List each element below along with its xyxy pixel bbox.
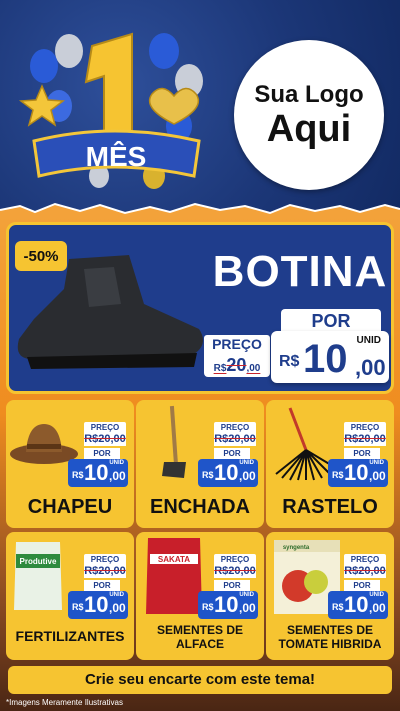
- product-name-line2: TOMATE HIBRIDA: [278, 637, 382, 651]
- product-name: ENCHADA: [150, 496, 250, 518]
- product-price: UNID R$ 10,00: [68, 459, 128, 487]
- badge-label: MÊS: [86, 141, 147, 172]
- svg-text:SAKATA: SAKATA: [158, 555, 190, 564]
- hero-price: UNID R$ 10 ,00: [271, 331, 389, 383]
- disclaimer-note: *Imagens Meramente Ilustrativas: [6, 698, 123, 707]
- product-name-line2: ALFACE: [176, 637, 224, 651]
- product-card-rastelo[interactable]: PREÇO R$20,00 POR UNID R$ 10,00 RASTELO: [266, 400, 394, 528]
- product-price: UNID R$ 10,00: [328, 591, 388, 619]
- hero-product-card[interactable]: -50% BOTINA PREÇO R$20,00 POR UNID R$ 10…: [6, 222, 394, 394]
- hero-title: BOTINA: [212, 247, 388, 296]
- hero-por-label: POR: [281, 309, 381, 331]
- product-card-fertilizantes[interactable]: Produtive PREÇO R$20,00 POR UNID R$ 10,00 …: [6, 532, 134, 660]
- heart-icon: [148, 87, 200, 125]
- svg-text:syngenta: syngenta: [283, 545, 310, 551]
- product-card-sementes-alface[interactable]: SAKATA PREÇO R$20,00 POR UNID R$ 10,00 SEM…: [136, 532, 264, 660]
- cta-banner[interactable]: Crie seu encarte com este tema!: [8, 666, 392, 694]
- product-name: FERTILIZANTES: [15, 628, 125, 644]
- product-name: CHAPEU: [27, 496, 113, 518]
- hero-preco-label: PREÇO: [204, 335, 270, 353]
- product-name-line1: SEMENTES DE: [286, 623, 373, 637]
- product-name: RASTELO: [282, 496, 378, 518]
- logo-placeholder: Sua Logo Aqui: [234, 40, 384, 190]
- product-price: UNID R$ 10,00: [68, 591, 128, 619]
- hero-old-price: R$20,00: [204, 353, 270, 377]
- product-name-line1: SEMENTES DE: [156, 623, 243, 637]
- product-card-chapeu[interactable]: PREÇO R$20,00 POR UNID R$ 10,00 CHAPEU: [6, 400, 134, 528]
- discount-badge: -50%: [15, 241, 67, 271]
- product-price: UNID R$ 10,00: [198, 459, 258, 487]
- product-price: UNID R$ 10,00: [328, 459, 388, 487]
- anniversary-badge: MÊS: [14, 26, 214, 198]
- product-card-sementes-tomate[interactable]: syngenta PREÇO R$20,00 POR UNID R$ 10,00 S…: [266, 532, 394, 660]
- product-card-enchada[interactable]: PREÇO R$20,00 POR UNID R$ 10,00 ENCHADA: [136, 400, 264, 528]
- product-price: UNID R$ 10,00: [198, 591, 258, 619]
- logo-line2: Aqui: [266, 108, 352, 150]
- svg-text:Produtive: Produtive: [20, 557, 57, 566]
- logo-line1: Sua Logo: [254, 81, 364, 108]
